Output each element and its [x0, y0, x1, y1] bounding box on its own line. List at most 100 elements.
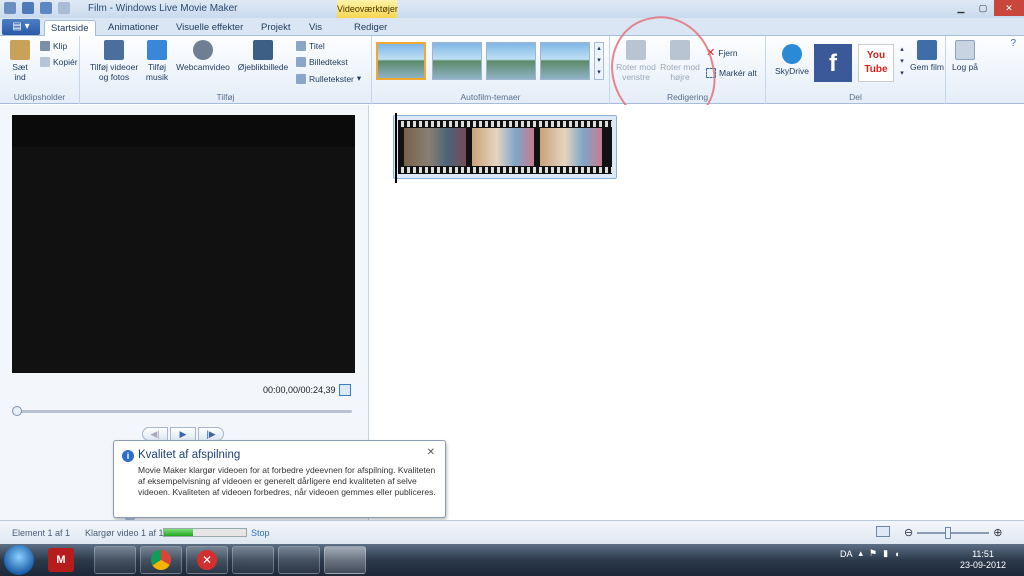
start-button[interactable]: [4, 545, 34, 575]
sign-in-label: Log på: [952, 62, 978, 72]
snapshot-label: Øjeblikbillede: [237, 62, 289, 72]
tray-expand-icon[interactable]: ▴: [859, 548, 864, 559]
sign-in-button[interactable]: Log på: [950, 40, 980, 72]
save-movie-label: Gem film: [910, 62, 944, 72]
zoom-in-icon[interactable]: ⊕: [993, 526, 1002, 539]
select-all-label: Markér alt: [719, 68, 757, 78]
theme-thumbnail[interactable]: [540, 42, 590, 80]
redo-icon[interactable]: [58, 2, 70, 14]
clip-filmstrip[interactable]: [398, 120, 612, 174]
group-autofilm-themes: ▴ ▾ ▾ Autofilm-temaer: [372, 36, 610, 104]
messenger-taskbar-icon[interactable]: [232, 546, 274, 574]
remove-label: Fjern: [718, 47, 738, 58]
zoom-slider[interactable]: [917, 526, 990, 539]
playback-cursor[interactable]: [395, 113, 397, 183]
status-bar: Element 1 af 1 Klargør video 1 af 1 Stop: [0, 520, 1024, 544]
tooltip-body: Movie Maker klargør videoen for at forbe…: [138, 465, 436, 497]
group-label-autofilm: Autofilm-temaer: [460, 92, 521, 102]
title-button[interactable]: Titel: [296, 41, 325, 51]
network-icon[interactable]: ▮: [883, 548, 888, 559]
theme-thumbnail[interactable]: [432, 42, 482, 80]
progress-fill: [164, 529, 193, 536]
paste-icon: [10, 40, 30, 60]
group-clipboard: Sæt ind Klip Kopiér Udklipsholder: [0, 36, 80, 104]
gallery-scroll[interactable]: ▴ ▾ ▾: [594, 42, 604, 80]
window-title: Film - Windows Live Movie Maker: [88, 3, 238, 14]
caption-icon: [296, 57, 306, 67]
video-preview[interactable]: [12, 115, 355, 373]
explorer-taskbar-icon[interactable]: [94, 546, 136, 574]
webcam-button[interactable]: Webcamvideo: [174, 40, 232, 72]
theme-thumbnail[interactable]: [376, 42, 426, 80]
zoom-thumb[interactable]: [945, 526, 952, 539]
close-button[interactable]: ✕: [994, 0, 1024, 16]
app-menu-icon[interactable]: [4, 2, 16, 14]
stop-link[interactable]: Stop: [251, 528, 270, 538]
copy-button[interactable]: Kopiér: [40, 57, 78, 67]
zoom-out-icon[interactable]: ⊖: [904, 526, 913, 539]
group-label-share: Del: [849, 92, 862, 102]
previous-frame-button[interactable]: ◀|: [142, 427, 168, 441]
zoom-control: ⊖ ⊕: [904, 526, 1002, 539]
minimize-button[interactable]: ▁: [950, 0, 972, 16]
tab-rediger[interactable]: Rediger: [348, 20, 393, 36]
save-movie-icon: [917, 40, 937, 60]
share-gallery-scroll[interactable]: ▴ ▾ ▾: [898, 44, 906, 82]
webcam-icon: [193, 40, 213, 60]
group-share: SkyDrive f You Tube ▴ ▾ ▾ Gem film Del: [766, 36, 946, 104]
mcafee-icon[interactable]: M: [48, 548, 74, 572]
save-icon[interactable]: [22, 2, 34, 14]
chevron-down-icon: ▾: [356, 73, 362, 83]
user-icon: [955, 40, 975, 60]
title-label: Titel: [309, 41, 325, 51]
cut-label: Klip: [53, 41, 68, 51]
youtube-button[interactable]: You Tube: [858, 44, 894, 82]
youtube-label: You Tube: [864, 50, 888, 75]
movie-maker-taskbar-icon[interactable]: [324, 546, 366, 574]
tab-vis[interactable]: Vis: [303, 20, 328, 36]
file-menu-button[interactable]: ▤ ▾: [2, 19, 40, 35]
chrome-taskbar-icon[interactable]: [140, 546, 182, 574]
snapshot-icon: [253, 40, 273, 60]
error-app-taskbar-icon[interactable]: ✕: [186, 546, 228, 574]
title-icon: [296, 41, 306, 51]
credits-button[interactable]: Rulletekster ▾: [296, 73, 361, 84]
add-videos-label: Tilføj videoer og fotos: [89, 62, 139, 82]
seek-bar[interactable]: [14, 410, 352, 413]
laptop-taskbar-icon[interactable]: [278, 546, 320, 574]
cut-button[interactable]: Klip: [40, 41, 67, 51]
save-movie-button[interactable]: Gem film: [910, 40, 944, 72]
next-frame-button[interactable]: |▶: [198, 427, 224, 441]
tab-projekt[interactable]: Projekt: [255, 20, 297, 36]
info-icon: i: [122, 450, 134, 462]
fullscreen-icon[interactable]: [339, 384, 351, 396]
flag-icon[interactable]: ⚑: [869, 548, 877, 559]
maximize-button[interactable]: ▢: [972, 0, 994, 16]
paste-button[interactable]: Sæt ind: [6, 40, 34, 82]
seek-thumb[interactable]: [12, 406, 22, 416]
skydrive-button[interactable]: SkyDrive: [772, 44, 812, 76]
tab-startside[interactable]: Startside: [44, 20, 96, 36]
thumbnail-size-icon[interactable]: [876, 526, 890, 537]
language-indicator[interactable]: DA: [840, 549, 853, 559]
help-icon[interactable]: ?: [1010, 38, 1016, 49]
theme-thumbnail[interactable]: [486, 42, 536, 80]
snapshot-button[interactable]: Øjeblikbillede: [232, 40, 294, 72]
volume-icon[interactable]: ◖: [894, 549, 899, 559]
clock[interactable]: 11:51 23-09-2012: [960, 549, 1006, 571]
undo-icon[interactable]: [40, 2, 52, 14]
add-music-button[interactable]: Tilføj musik: [142, 40, 172, 82]
tab-visuelle-effekter[interactable]: Visuelle effekter: [170, 20, 249, 36]
play-button[interactable]: ▶: [170, 427, 196, 441]
tab-animationer[interactable]: Animationer: [102, 20, 165, 36]
group-label-clipboard: Udklipsholder: [13, 92, 66, 102]
tooltip-close-button[interactable]: ✕: [427, 447, 435, 458]
facebook-icon[interactable]: f: [814, 44, 852, 82]
group-add: Tilføj videoer og fotos Tilføj musik Web…: [80, 36, 372, 104]
caption-button[interactable]: Billedtekst: [296, 57, 348, 67]
webcam-label: Webcamvideo: [176, 62, 230, 72]
add-videos-button[interactable]: Tilføj videoer og fotos: [86, 40, 142, 82]
music-note-icon: [147, 40, 167, 60]
caption-label: Billedtekst: [309, 57, 348, 67]
taskbar: M ✕ DA ▴ ⚑ ▮ ◖ 11:51 23-09-2012: [0, 544, 1024, 576]
